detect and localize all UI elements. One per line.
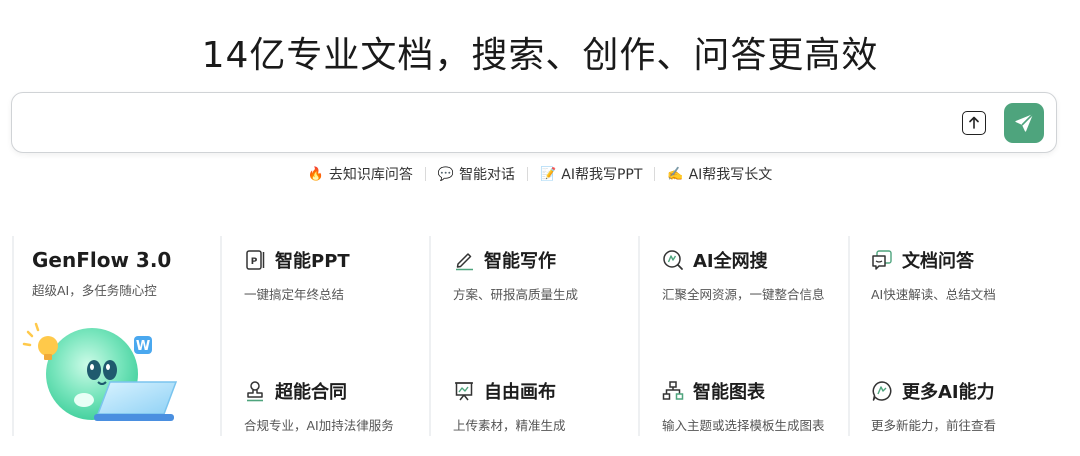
feature-ai-web-search[interactable]: AI全网搜 汇聚全网资源，一键整合信息	[662, 246, 862, 316]
svg-text:P: P	[251, 257, 258, 267]
quick-link-ppt[interactable]: 📝 AI帮我写PPT	[528, 164, 654, 184]
page-title: 14亿专业文档，搜索、创作、问答更高效	[201, 35, 879, 76]
contract-stamp-icon	[247, 381, 263, 402]
quick-link-label: 智能对话	[459, 167, 516, 183]
feature-desc: AI快速解读、总结文档	[871, 287, 996, 302]
feature-smart-ppt[interactable]: P 智能PPT 一键搞定年终总结	[244, 246, 444, 316]
feature-free-canvas[interactable]: 自由画布 上传素材，精准生成	[453, 377, 653, 447]
feature-title: 智能PPT	[275, 251, 350, 272]
search-box[interactable]	[11, 92, 1057, 153]
quick-links: 🔥 去知识库问答 💬 智能对话 📝 AI帮我写PPT ✍️ AI帮我写长文	[0, 163, 1080, 185]
feature-title: 智能写作	[484, 251, 556, 272]
upload-button[interactable]	[962, 111, 986, 135]
pen-icon	[456, 253, 473, 271]
quick-link-label: AI帮我写长文	[688, 167, 773, 183]
more-ai-icon	[872, 381, 892, 401]
quick-link-label: AI帮我写PPT	[561, 167, 643, 183]
quick-link-label: 去知识库问答	[328, 167, 413, 183]
feature-doc-qa[interactable]: 文档问答 AI快速解读、总结文档	[871, 246, 1071, 316]
writing-hand-icon: ✍️	[667, 166, 684, 182]
send-icon	[1015, 114, 1033, 132]
quick-link-kb-qa[interactable]: 🔥 去知识库问答	[296, 164, 425, 184]
feature-title: 智能图表	[693, 382, 765, 403]
feature-title: 文档问答	[902, 251, 974, 272]
feature-title: 更多AI能力	[902, 382, 995, 403]
canvas-icon	[455, 382, 473, 401]
doc-chat-icon	[872, 250, 892, 270]
send-button[interactable]	[1004, 103, 1044, 143]
quick-link-long-article[interactable]: ✍️ AI帮我写长文	[655, 164, 784, 184]
web-search-icon	[663, 250, 683, 270]
feature-smart-chart[interactable]: 智能图表 输入主题或选择模板生成图表	[662, 377, 862, 447]
genflow-title: GenFlow 3.0	[32, 248, 172, 272]
search-input[interactable]	[28, 109, 928, 137]
feature-desc: 合规专业，AI加持法律服务	[244, 418, 394, 433]
feature-title: AI全网搜	[693, 251, 768, 272]
feature-desc: 上传素材，精准生成	[453, 418, 566, 433]
mascot-illustration: W	[22, 322, 178, 421]
org-chart-icon	[662, 381, 684, 400]
feature-desc: 方案、研报高质量生成	[453, 287, 579, 302]
upload-icon	[969, 116, 979, 129]
feature-title: 自由画布	[484, 382, 556, 403]
feature-desc: 一键搞定年终总结	[244, 287, 345, 302]
feature-desc: 输入主题或选择模板生成图表	[662, 418, 825, 433]
feature-title: 超能合同	[275, 382, 347, 403]
quick-link-chat[interactable]: 💬 智能对话	[426, 164, 527, 184]
feature-smart-writing[interactable]: 智能写作 方案、研报高质量生成	[453, 246, 653, 316]
feature-desc: 更多新能力，前往查看	[871, 418, 997, 433]
memo-icon: 📝	[540, 166, 557, 182]
genflow-desc: 超级AI，多任务随心控	[32, 283, 157, 298]
fire-icon: 🔥	[307, 166, 324, 182]
feature-desc: 汇聚全网资源，一键整合信息	[662, 287, 825, 302]
ppt-icon: P	[246, 250, 265, 270]
svg-text:W: W	[136, 339, 150, 354]
genflow-card[interactable]: GenFlow 3.0 超级AI，多任务随心控	[32, 246, 232, 316]
feature-more-ai[interactable]: 更多AI能力 更多新能力，前往查看	[871, 377, 1071, 447]
chat-bubble-icon: 💬	[437, 166, 455, 182]
feature-smart-contract[interactable]: 超能合同 合规专业，AI加持法律服务	[244, 377, 444, 447]
